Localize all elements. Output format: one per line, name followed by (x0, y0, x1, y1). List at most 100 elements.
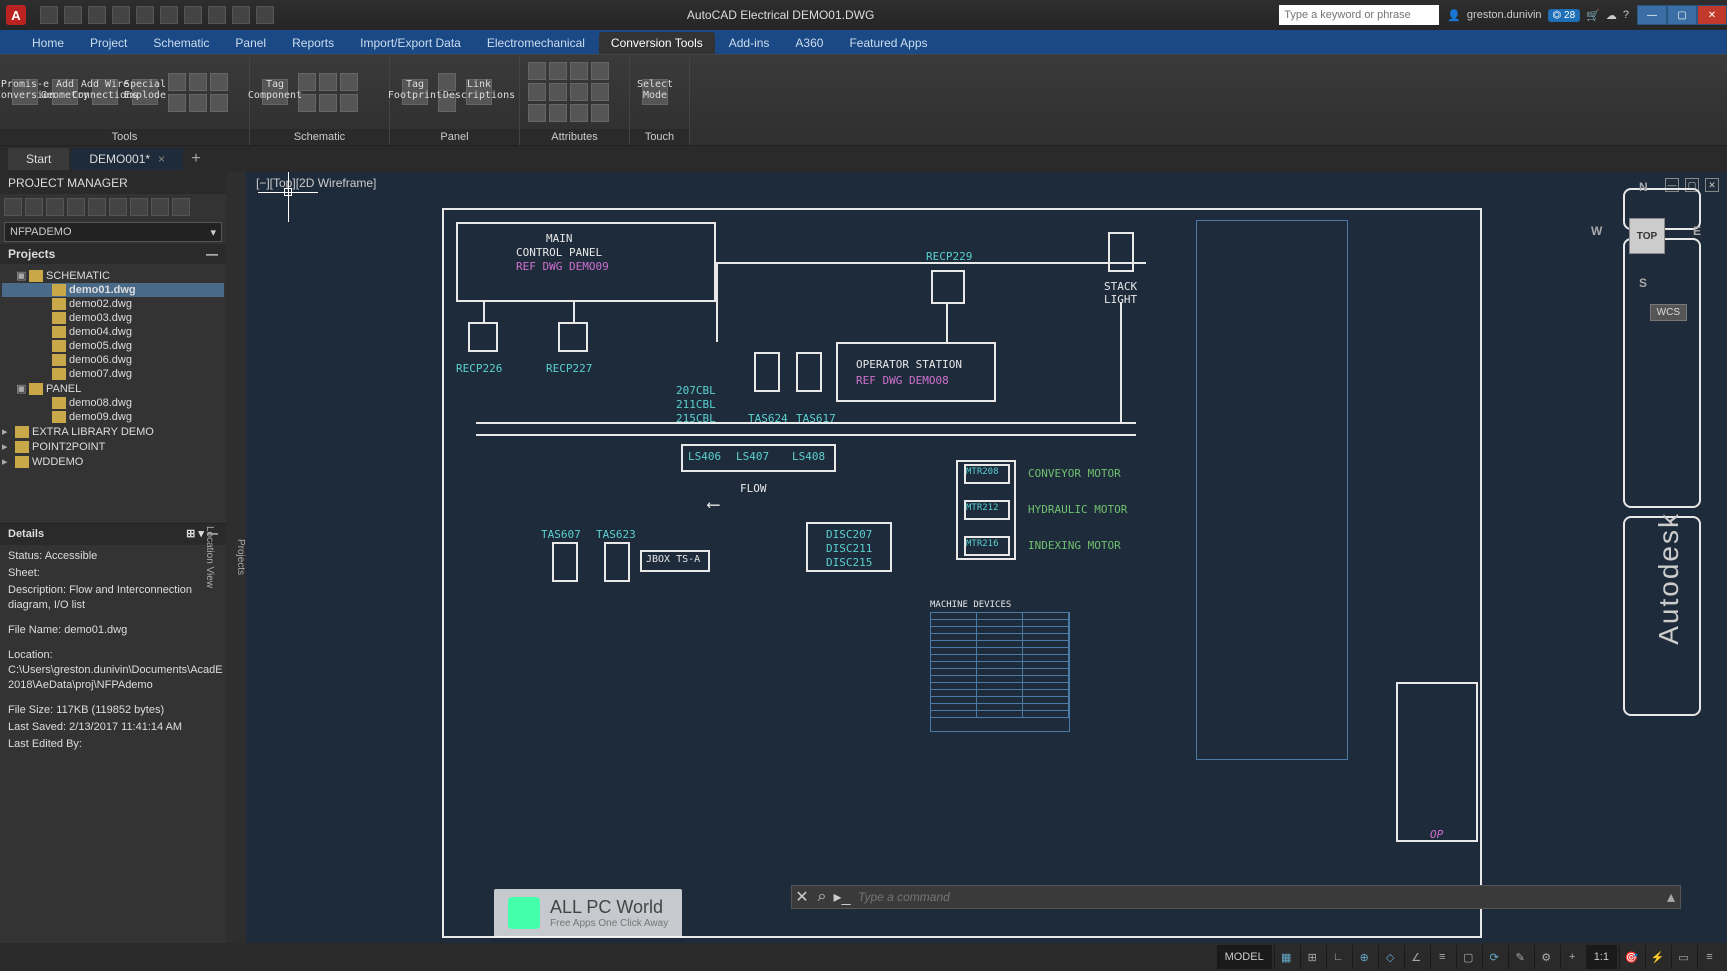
clean-screen-icon[interactable]: ▭ (1671, 945, 1695, 969)
pm-prev-icon[interactable] (67, 198, 85, 216)
transparency-icon[interactable]: ▢ (1456, 945, 1480, 969)
qat-prev-icon[interactable] (208, 6, 226, 24)
tab-home[interactable]: Home (20, 32, 76, 54)
cmdline-expand-icon[interactable]: ▴ (1662, 887, 1680, 907)
qat-save-icon[interactable] (88, 6, 106, 24)
tab-electromechanical[interactable]: Electromechanical (475, 32, 597, 54)
pm-plot-icon[interactable] (109, 198, 127, 216)
isolate-icon[interactable]: 🎯 (1619, 945, 1643, 969)
drawing-viewport[interactable]: [−][Top][2D Wireframe] — ▢ ✕ MAIN CONTRO… (246, 172, 1727, 943)
polar-icon[interactable]: ⊕ (1352, 945, 1376, 969)
snap-icon[interactable]: ⊞ (1300, 945, 1324, 969)
restore-button[interactable]: ▢ (1667, 5, 1697, 25)
project-combo[interactable]: NFPADEMO▾ (4, 222, 222, 242)
tab-a360[interactable]: A360 (783, 32, 835, 54)
schem-s2[interactable] (319, 73, 337, 91)
cmdline-history-icon[interactable]: ⌕ (812, 888, 832, 906)
tree-file-demo02[interactable]: demo02.dwg (2, 297, 224, 311)
anno-scale-button[interactable]: 1:1 (1586, 945, 1617, 969)
tree-wddemo[interactable]: ▸WDDEMO (2, 454, 224, 469)
workspace-icon[interactable]: ⚙ (1534, 945, 1558, 969)
tree-file-demo03[interactable]: demo03.dwg (2, 311, 224, 325)
qat-new-icon[interactable] (40, 6, 58, 24)
osnap-icon[interactable]: ◇ (1378, 945, 1402, 969)
tree-point2point[interactable]: ▸POINT2POINT (2, 439, 224, 454)
attr-s11[interactable] (570, 104, 588, 122)
link-descriptions-button[interactable]: Link Descriptions (462, 77, 496, 107)
help-icon[interactable]: ? (1623, 9, 1629, 21)
qat-more-icon[interactable] (256, 6, 274, 24)
cmdline-close-icon[interactable]: ✕ (792, 887, 812, 907)
lineweight-icon[interactable]: ≡ (1430, 945, 1454, 969)
tab-project[interactable]: Project (78, 32, 139, 54)
attr-s4[interactable] (591, 62, 609, 80)
tag-footprint-button[interactable]: Tag Footprint (398, 77, 432, 107)
ortho-icon[interactable]: ∟ (1326, 945, 1350, 969)
vp-close-icon[interactable]: ✕ (1705, 178, 1719, 192)
pm-next-icon[interactable] (88, 198, 106, 216)
command-input[interactable] (852, 890, 1662, 904)
tab-schematic[interactable]: Schematic (141, 32, 221, 54)
tab-conversion-tools[interactable]: Conversion Tools (599, 32, 715, 54)
grid-icon[interactable]: ▦ (1274, 945, 1298, 969)
attr-s10[interactable] (549, 104, 567, 122)
projects-section-header[interactable]: Projects— (0, 244, 226, 264)
tree-panel[interactable]: ▣PANEL (2, 381, 224, 396)
tool-small-5[interactable] (189, 94, 207, 112)
model-space-button[interactable]: MODEL (1217, 945, 1272, 969)
tab-addins[interactable]: Add-ins (717, 32, 782, 54)
minimize-button[interactable]: — (1637, 5, 1667, 25)
tool-small-4[interactable] (168, 94, 186, 112)
doc-tab-demo001[interactable]: DEMO001*× (71, 148, 183, 170)
tree-file-demo01[interactable]: demo01.dwg (2, 283, 224, 297)
exchange-icon[interactable]: 🛒 (1586, 9, 1600, 22)
help-search-input[interactable] (1279, 5, 1439, 25)
tree-file-demo09[interactable]: demo09.dwg (2, 410, 224, 424)
tree-file-demo06[interactable]: demo06.dwg (2, 353, 224, 367)
locview-tabs[interactable]: Projects Location View (226, 172, 246, 943)
attr-s3[interactable] (570, 62, 588, 80)
qat-next-icon[interactable] (232, 6, 250, 24)
promise-conversion-button[interactable]: Promis-e Conversion (8, 77, 42, 107)
tag-component-button[interactable]: Tag Component (258, 77, 292, 107)
project-tree[interactable]: ▣SCHEMATIC demo01.dwg demo02.dwg demo03.… (0, 264, 226, 524)
selection-cycling-icon[interactable]: ⟳ (1482, 945, 1506, 969)
attr-s12[interactable] (591, 104, 609, 122)
doc-tab-close-icon[interactable]: × (158, 152, 165, 166)
qat-plot-icon[interactable] (184, 6, 202, 24)
tree-file-demo07[interactable]: demo07.dwg (2, 367, 224, 381)
qat-saveas-icon[interactable] (112, 6, 130, 24)
close-button[interactable]: ✕ (1697, 5, 1727, 25)
annotation-monitor-icon[interactable]: + (1560, 945, 1584, 969)
viewport-controls[interactable]: [−][Top][2D Wireframe] (256, 176, 376, 190)
viewcube[interactable]: N S W E TOP (1591, 180, 1701, 290)
signin-icon[interactable]: 👤 (1447, 9, 1461, 22)
pm-open-icon[interactable] (25, 198, 43, 216)
pm-refresh-icon[interactable] (46, 198, 64, 216)
attr-s7[interactable] (570, 83, 588, 101)
tree-file-demo05[interactable]: demo05.dwg (2, 339, 224, 353)
tool-small-3[interactable] (210, 73, 228, 91)
user-name[interactable]: greston.dunivin (1467, 9, 1542, 21)
tab-panel[interactable]: Panel (223, 32, 278, 54)
app-icon[interactable]: A (6, 5, 26, 25)
viewcube-top-face[interactable]: TOP (1629, 218, 1665, 254)
schem-s6[interactable] (340, 94, 358, 112)
doc-tab-start[interactable]: Start (8, 148, 69, 170)
qat-undo-icon[interactable] (136, 6, 154, 24)
tree-schematic[interactable]: ▣SCHEMATIC (2, 268, 224, 283)
attr-s6[interactable] (549, 83, 567, 101)
locview-location-tab[interactable]: Location View (204, 526, 215, 588)
wcs-badge[interactable]: WCS (1650, 304, 1687, 321)
pm-new-icon[interactable] (4, 198, 22, 216)
qat-redo-icon[interactable] (160, 6, 178, 24)
notification-badge[interactable]: ⏣ 28 (1548, 9, 1581, 22)
select-mode-button[interactable]: Select Mode (638, 77, 672, 107)
qat-open-icon[interactable] (64, 6, 82, 24)
schem-s3[interactable] (340, 73, 358, 91)
tree-file-demo04[interactable]: demo04.dwg (2, 325, 224, 339)
tool-small-6[interactable] (210, 94, 228, 112)
tree-file-demo08[interactable]: demo08.dwg (2, 396, 224, 410)
tool-small-2[interactable] (189, 73, 207, 91)
tab-import-export[interactable]: Import/Export Data (348, 32, 473, 54)
